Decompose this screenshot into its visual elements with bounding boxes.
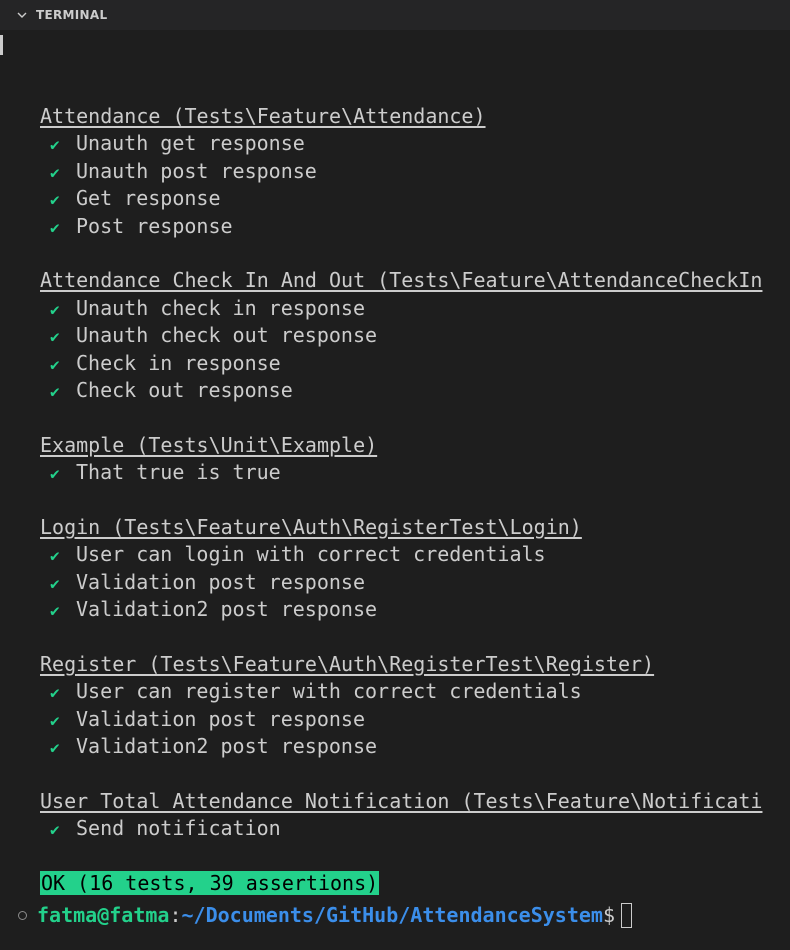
test-name: Check out response — [76, 377, 293, 402]
test-result-row: ✔ Post response — [40, 213, 790, 240]
test-result-row: ✔ Validation post response — [40, 706, 790, 733]
test-name: Validation2 post response — [76, 733, 378, 758]
test-suite-header: Attendance (Tests\Feature\Attendance) — [40, 103, 790, 130]
check-icon: ✔ — [50, 737, 60, 757]
test-name: Send notification — [76, 816, 281, 841]
check-icon: ✔ — [50, 710, 60, 730]
test-summary-badge: OK (16 tests, 39 assertions) — [40, 870, 380, 895]
shell-prompt[interactable]: fatma@fatma: ~/Documents/GitHub/Attendanc… — [18, 901, 632, 929]
test-suite-header: Example (Tests\Unit\Example) — [40, 432, 790, 459]
test-name: Validation post response — [76, 569, 365, 594]
check-icon: ✔ — [50, 354, 60, 374]
test-name: That true is true — [76, 460, 281, 485]
test-name: Unauth post response — [76, 158, 317, 183]
test-name: User can register with correct credentia… — [76, 679, 582, 704]
test-suite-title: Attendance (Tests\Feature\Attendance) — [40, 104, 486, 128]
prompt-user-host: fatma@fatma — [37, 903, 170, 927]
check-icon: ✔ — [50, 162, 60, 182]
test-suite-header: Attendance Check In And Out (Tests\Featu… — [40, 267, 790, 294]
test-result-row: ✔ Validation post response — [40, 569, 790, 596]
prompt-separator: : — [169, 903, 182, 927]
test-suite-title: Register (Tests\Feature\Auth\RegisterTes… — [40, 651, 655, 676]
test-output: Attendance (Tests\Feature\Attendance) ✔ Un… — [40, 103, 790, 897]
test-name: Validation2 post response — [76, 597, 378, 622]
test-name: Unauth check in response — [76, 295, 365, 320]
check-icon: ✔ — [50, 217, 60, 237]
test-name: Unauth check out response — [76, 323, 378, 348]
test-result-row: ✔ Unauth check out response — [40, 322, 790, 349]
test-result-row: ✔ Unauth get response — [40, 130, 790, 157]
test-name: Check in response — [76, 350, 281, 375]
terminal-focus-indicator — [0, 35, 3, 55]
prompt-path: ~/Documents/GitHub/AttendanceSystem — [181, 903, 603, 927]
test-suite-header: Register (Tests\Feature\Auth\RegisterTes… — [40, 651, 790, 678]
test-result-row: ✔ Unauth post response — [40, 158, 790, 185]
check-icon: ✔ — [50, 573, 60, 593]
test-suite-title: Login (Tests\Feature\Auth\RegisterTest\L… — [40, 514, 582, 539]
check-icon: ✔ — [50, 381, 60, 401]
chevron-down-icon[interactable] — [14, 7, 30, 23]
test-result-row: ✔ Unauth check in response — [40, 295, 790, 322]
command-status-icon[interactable] — [18, 910, 27, 920]
check-icon: ✔ — [50, 135, 60, 155]
test-suite-title: User Total Attendance Notification (Test… — [40, 788, 763, 813]
test-suite-title: Example (Tests\Unit\Example) — [40, 432, 378, 457]
test-result-row: ✔ Check out response — [40, 377, 790, 404]
check-icon: ✔ — [50, 820, 60, 840]
check-icon: ✔ — [50, 299, 60, 319]
terminal-panel-title: TERMINAL — [36, 8, 108, 22]
test-result-row: ✔ Get response — [40, 185, 790, 212]
check-icon: ✔ — [50, 464, 60, 484]
test-suite-header: Login (Tests\Feature\Auth\RegisterTest\L… — [40, 514, 790, 541]
test-summary-line: OK (16 tests, 39 assertions) — [40, 870, 790, 897]
test-name: Get response — [76, 186, 221, 211]
test-suite-title: Attendance Check In And Out (Tests\Featu… — [40, 268, 763, 293]
test-result-row: ✔ Validation2 post response — [40, 596, 790, 623]
test-name: Unauth get response — [76, 131, 305, 156]
test-result-row: ✔ Validation2 post response — [40, 733, 790, 760]
test-result-row: ✔ That true is true — [40, 459, 790, 486]
test-result-row: ✔ Send notification — [40, 815, 790, 842]
test-name: Post response — [76, 213, 233, 238]
test-result-row: ✔ User can login with correct credentials — [40, 541, 790, 568]
test-result-row: ✔ User can register with correct credenti… — [40, 678, 790, 705]
check-icon: ✔ — [50, 683, 60, 703]
check-icon: ✔ — [50, 327, 60, 347]
test-name: Validation post response — [76, 706, 365, 731]
check-icon: ✔ — [50, 546, 60, 566]
check-icon: ✔ — [50, 601, 60, 621]
test-result-row: ✔ Check in response — [40, 350, 790, 377]
test-suite-header: User Total Attendance Notification (Test… — [40, 788, 790, 815]
test-name: User can login with correct credentials — [76, 542, 546, 567]
check-icon: ✔ — [50, 190, 60, 210]
prompt-symbol: $ — [602, 903, 615, 927]
terminal-panel-header[interactable]: TERMINAL — [0, 0, 790, 30]
terminal-cursor — [620, 902, 632, 928]
